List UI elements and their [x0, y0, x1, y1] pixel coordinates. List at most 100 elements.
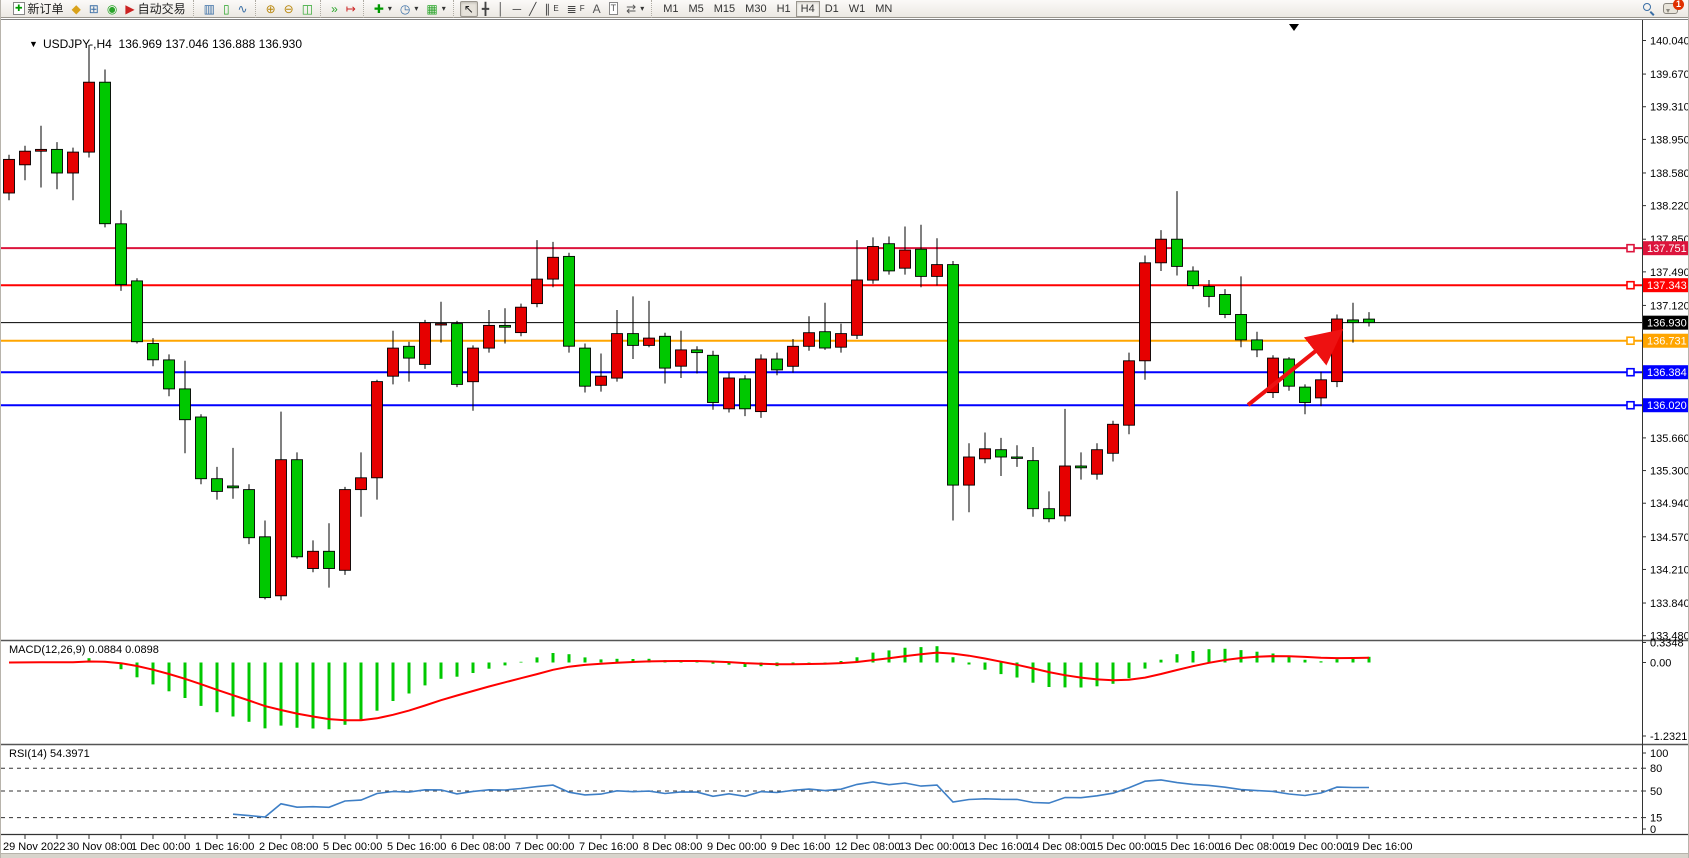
- timeframe-m1-button[interactable]: M1: [658, 1, 683, 17]
- templates-button[interactable]: ▦▾: [422, 1, 449, 17]
- crosshair-icon: ╋: [482, 3, 489, 15]
- svg-text:134.570: 134.570: [1650, 532, 1689, 544]
- timeframe-m30-button[interactable]: M30: [740, 1, 771, 17]
- window-bottom-edge: [1, 853, 1688, 858]
- price-badge-136.020: 136.020: [1643, 398, 1689, 412]
- macd-label: MACD(12,26,9) 0.0884 0.0898: [9, 644, 159, 656]
- svg-text:16 Dec 08:00: 16 Dec 08:00: [1219, 841, 1284, 853]
- svg-text:9 Dec 00:00: 9 Dec 00:00: [707, 841, 766, 853]
- svg-text:137.751: 137.751: [1647, 243, 1687, 255]
- notification-badge: 1: [1673, 0, 1684, 10]
- svg-text:137.120: 137.120: [1650, 300, 1689, 312]
- svg-text:50: 50: [1650, 786, 1662, 798]
- toolbar-group-trade: ✚新订单 ◆ ⊞ ◉ ▶ 自动交易: [3, 0, 193, 18]
- symbol-icon: ◆: [72, 3, 81, 15]
- cursor-icon: ↖: [464, 3, 474, 15]
- toolbar-group-draw: ↖╋│─╱∥E≣FAT⇄▾: [453, 0, 651, 18]
- collapse-caret-icon[interactable]: ▼: [29, 39, 38, 49]
- chart-symbol-button[interactable]: ◆: [68, 1, 85, 17]
- auto-scroll-icon: »: [331, 3, 338, 15]
- channel-button[interactable]: ∥E: [540, 1, 562, 17]
- market-watch-button[interactable]: ⊞: [85, 1, 103, 17]
- vertical-line-button[interactable]: │: [493, 1, 509, 17]
- toolbar-right: 1: [1643, 3, 1688, 15]
- chart-title: ▼USDJPY-,H4 136.969 137.046 136.888 136.…: [9, 23, 302, 65]
- text-label-icon: T: [609, 2, 619, 15]
- fibonacci-button[interactable]: ≣F: [563, 1, 589, 17]
- navigator-icon: ◉: [107, 3, 117, 15]
- svg-text:135.660: 135.660: [1650, 433, 1689, 445]
- line-chart-button[interactable]: ∿: [234, 1, 252, 17]
- line-chart-icon: ∿: [238, 3, 248, 15]
- svg-text:136.020: 136.020: [1647, 400, 1687, 412]
- chevron-down-icon: ▾: [442, 4, 446, 13]
- autotrading-button[interactable]: ▶ 自动交易: [121, 1, 189, 17]
- timeframe-h1-button[interactable]: H1: [772, 1, 796, 17]
- zoom-out-button[interactable]: ⊖: [280, 1, 298, 17]
- svg-text:19 Dec 16:00: 19 Dec 16:00: [1347, 841, 1412, 853]
- svg-text:30 Nov 08:00: 30 Nov 08:00: [67, 841, 132, 853]
- timeframe-w1-button[interactable]: W1: [844, 1, 871, 17]
- template-icon: ▦: [426, 3, 437, 15]
- timeframe-m15-button[interactable]: M15: [709, 1, 740, 17]
- zoom-in-button[interactable]: ⊕: [262, 1, 280, 17]
- svg-text:0.3348: 0.3348: [1650, 638, 1684, 650]
- auto-scroll-button[interactable]: »: [327, 1, 342, 17]
- navigator-button[interactable]: ◉: [103, 1, 121, 17]
- svg-text:15 Dec 16:00: 15 Dec 16:00: [1155, 841, 1220, 853]
- chart-canvas[interactable]: 140.040139.670139.310138.950138.580138.2…: [1, 20, 1689, 858]
- svg-text:19 Dec 00:00: 19 Dec 00:00: [1283, 841, 1348, 853]
- svg-text:136.731: 136.731: [1647, 336, 1687, 348]
- svg-text:137.490: 137.490: [1650, 267, 1689, 279]
- svg-text:139.670: 139.670: [1650, 69, 1689, 81]
- svg-text:9 Dec 16:00: 9 Dec 16:00: [771, 841, 830, 853]
- notifications-icon[interactable]: 1: [1663, 3, 1678, 14]
- arrows-button[interactable]: ⇄▾: [622, 1, 648, 17]
- autotrading-icon: ▶: [125, 3, 134, 15]
- text-button[interactable]: A: [589, 1, 605, 17]
- svg-text:5 Dec 16:00: 5 Dec 16:00: [387, 841, 446, 853]
- bar-chart-icon: ▥: [204, 3, 215, 15]
- chart-area[interactable]: 140.040139.670139.310138.950138.580138.2…: [1, 19, 1688, 858]
- timeframe-h4-button[interactable]: H4: [796, 1, 820, 17]
- svg-text:136.930: 136.930: [1647, 318, 1687, 330]
- chart-shift-button[interactable]: ↦: [342, 1, 360, 17]
- svg-text:138.580: 138.580: [1650, 168, 1689, 180]
- toolbar-group-scroll: »↦: [320, 0, 363, 18]
- trendline-button[interactable]: ╱: [525, 1, 540, 17]
- svg-text:15 Dec 00:00: 15 Dec 00:00: [1091, 841, 1156, 853]
- mt4-window: ✚新订单◆⊞◉▶自动交易▥▯∿⊕⊖◫»↦✚▾◷▾▦▾↖╋│─╱∥E≣FAT⇄▾M…: [0, 0, 1689, 858]
- timeframe-m5-button[interactable]: M5: [683, 1, 708, 17]
- toolbar-group-insert: ✚▾◷▾▦▾: [363, 0, 453, 18]
- svg-text:7 Dec 00:00: 7 Dec 00:00: [515, 841, 574, 853]
- crosshair-button[interactable]: ╋: [478, 1, 493, 17]
- toolbar-group-timeframes: M1M5M15M30H1H4D1W1MN: [651, 0, 900, 18]
- cursor-button[interactable]: ↖: [460, 1, 478, 17]
- svg-text:0.00: 0.00: [1650, 658, 1671, 670]
- chevron-down-icon: ▾: [640, 4, 644, 13]
- periods-button[interactable]: ◷▾: [396, 1, 423, 17]
- channel-icon: ∥: [544, 3, 550, 15]
- price-chart[interactable]: 140.040139.670139.310138.950138.580138.2…: [1, 20, 1689, 858]
- bar-chart-button[interactable]: ▥: [200, 1, 219, 17]
- text-label-button[interactable]: T: [605, 1, 623, 17]
- new-order-icon: ✚: [13, 2, 25, 15]
- svg-text:1 Dec 16:00: 1 Dec 16:00: [195, 841, 254, 853]
- fibonacci-icon: ≣: [567, 3, 577, 15]
- text-icon: A: [593, 3, 601, 15]
- svg-text:5 Dec 00:00: 5 Dec 00:00: [323, 841, 382, 853]
- horizontal-line-button[interactable]: ─: [509, 1, 526, 17]
- chevron-down-icon: ▾: [388, 4, 392, 13]
- tile-windows-button[interactable]: ◫: [298, 1, 317, 17]
- svg-text:7 Dec 16:00: 7 Dec 16:00: [579, 841, 638, 853]
- zoom-in-icon: ⊕: [266, 3, 276, 15]
- indicators-button[interactable]: ✚▾: [370, 1, 396, 17]
- arrows-icon: ⇄: [626, 3, 636, 15]
- new-order-button[interactable]: ✚新订单: [9, 1, 68, 17]
- timeframe-d1-button[interactable]: D1: [820, 1, 844, 17]
- timeframe-mn-button[interactable]: MN: [870, 1, 897, 17]
- autotrading-button-label: 自动交易: [138, 0, 186, 17]
- market-watch-icon: ⊞: [89, 3, 99, 15]
- search-icon[interactable]: [1643, 3, 1655, 15]
- candlestick-chart-button[interactable]: ▯: [219, 1, 234, 17]
